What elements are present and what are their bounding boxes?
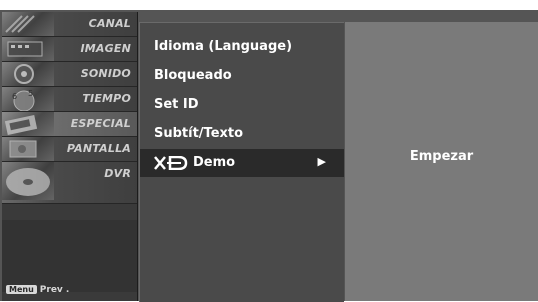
category-dvr[interactable]: DVR <box>2 162 137 204</box>
xd-logo-icon <box>154 156 188 170</box>
category-label: PANTALLA <box>66 142 131 155</box>
category-label: SONIDO <box>80 67 131 80</box>
rail-footer: Menu Prev . <box>6 285 69 295</box>
category-label: ESPECIAL <box>70 117 131 130</box>
film-icon <box>2 37 54 61</box>
category-label: DVR <box>104 167 131 180</box>
option-subtitulo-texto[interactable]: Subtít/Texto <box>140 120 344 148</box>
option-idioma[interactable]: Idioma (Language) <box>140 33 344 61</box>
option-label: Subtít/Texto <box>154 126 244 141</box>
screen-icon <box>2 137 54 161</box>
prev-label: Prev . <box>39 285 70 295</box>
special-icon <box>2 112 54 136</box>
option-bloqueado[interactable]: Bloqueado <box>140 62 344 90</box>
arrow-right-icon: ▶ <box>317 155 326 168</box>
svg-text:5: 5 <box>28 89 33 98</box>
category-tiempo[interactable]: 65 TIEMPO <box>2 87 137 112</box>
category-sonido[interactable]: SONIDO <box>2 62 137 87</box>
category-canal[interactable]: CANAL <box>2 12 137 37</box>
option-label: Bloqueado <box>154 68 232 83</box>
category-especial[interactable]: ESPECIAL <box>2 112 137 137</box>
options-panel: Idioma (Language) Bloqueado Set ID Subtí… <box>139 22 344 302</box>
category-imagen[interactable]: IMAGEN <box>2 37 137 62</box>
category-pantalla[interactable]: PANTALLA <box>2 137 137 162</box>
submenu-panel: Empezar <box>345 22 538 301</box>
disc-icon <box>2 162 54 200</box>
start-demo-button[interactable]: Empezar <box>345 149 538 164</box>
category-label: TIEMPO <box>82 92 131 105</box>
category-label: IMAGEN <box>80 42 131 55</box>
speaker-icon <box>2 62 54 86</box>
svg-text:6: 6 <box>12 92 17 101</box>
category-rail: CANAL IMAGEN SONIDO 65 TIEMPO ESPECIAL P… <box>2 12 138 301</box>
menu-key-icon[interactable]: Menu <box>6 285 37 294</box>
antenna-icon <box>2 12 54 36</box>
option-label: Set ID <box>154 97 199 112</box>
option-label: Idioma (Language) <box>154 39 293 54</box>
option-xd-demo[interactable]: Demo ▶ <box>140 149 344 177</box>
option-set-id[interactable]: Set ID <box>140 91 344 119</box>
category-label: CANAL <box>88 17 131 30</box>
clock-icon: 65 <box>2 87 54 111</box>
rail-empty-area <box>2 220 137 292</box>
option-label: Demo <box>193 155 236 170</box>
